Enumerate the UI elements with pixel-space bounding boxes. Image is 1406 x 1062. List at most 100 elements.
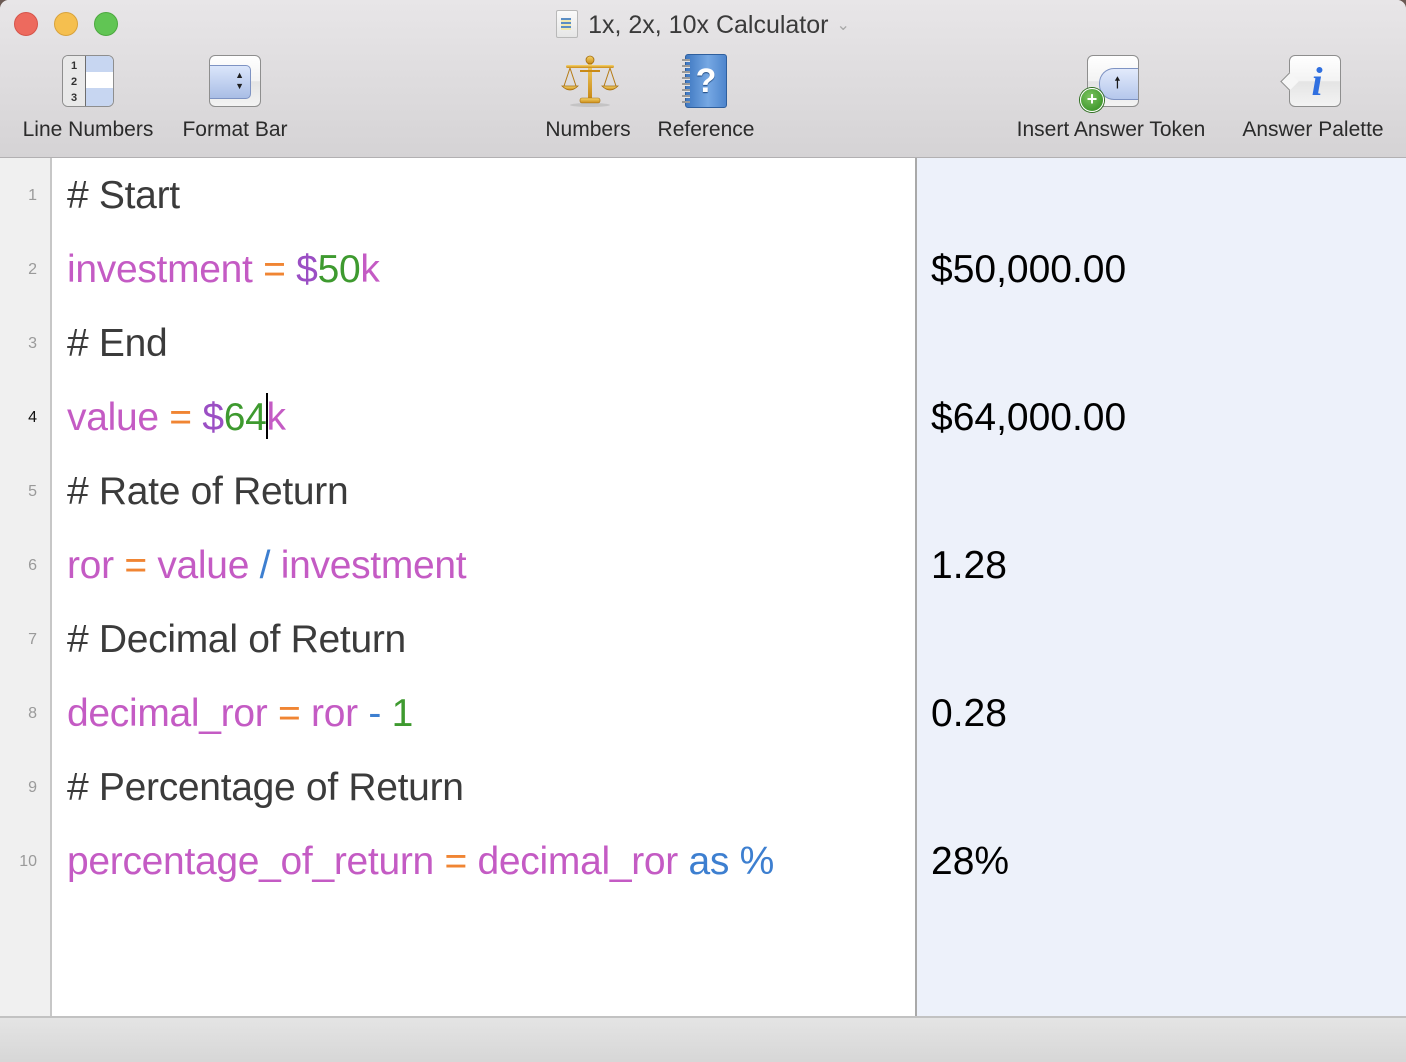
token-variable: investment [67, 248, 253, 291]
app-window: 1x, 2x, 10x Calculator ⌄ 123 Line Numbers… [0, 0, 1406, 1062]
token-number: 50 [317, 248, 361, 291]
format-bar-label: Format Bar [182, 118, 288, 141]
numbers-button[interactable]: Numbers [540, 54, 636, 142]
code-line[interactable]: # Rate of Return [67, 455, 349, 529]
code-line[interactable]: ror = value / investment [67, 529, 467, 603]
token-operator: = [169, 396, 192, 439]
line-number-gutter: 1 2 3 4 5 6 7 8 9 10 [0, 158, 52, 1016]
token-variable: percentage_of_return [67, 840, 434, 883]
scales-icon [561, 54, 619, 108]
token-currency: $ [296, 248, 318, 291]
answer-value[interactable]: 0.28 [931, 677, 1007, 751]
answer-value[interactable]: $64,000.00 [931, 381, 1126, 455]
text-editor[interactable]: # Start investment = $50k # End value = $64… [52, 158, 917, 1016]
answer-palette-button[interactable]: i Answer Palette [1234, 54, 1392, 142]
insert-answer-token-button[interactable]: 🠕 + Insert Answer Token [1004, 54, 1218, 142]
token-comment: # Decimal of Return [67, 618, 406, 661]
reference-button[interactable]: ? Reference [652, 54, 760, 142]
numbers-label: Numbers [545, 118, 631, 141]
code-line[interactable]: percentage_of_return = decimal_ror as % [67, 825, 774, 899]
help-book-icon: ? [679, 54, 733, 108]
add-icon: + [1080, 88, 1104, 112]
answer-palette-label: Answer Palette [1242, 118, 1384, 141]
token-comment: # Start [67, 174, 180, 217]
status-bar [0, 1016, 1406, 1062]
insert-answer-token-label: Insert Answer Token [1016, 118, 1206, 141]
token-currency: $ [202, 396, 224, 439]
answer-value[interactable]: 28% [931, 825, 1009, 899]
token-operator: = [263, 248, 286, 291]
code-line[interactable]: # Start [67, 159, 180, 233]
reference-label: Reference [657, 118, 755, 141]
code-line[interactable]: # Decimal of Return [67, 603, 406, 677]
token-variable: investment [280, 544, 467, 587]
title-toolbar: 1x, 2x, 10x Calculator ⌄ 123 Line Numbers… [0, 0, 1406, 158]
code-line[interactable]: decimal_ror = ror - 1 [67, 677, 413, 751]
document-icon [556, 10, 579, 38]
code-line[interactable]: value = $64k [67, 381, 286, 455]
line-number: 2 [28, 261, 37, 278]
token-keyword: / [259, 544, 271, 587]
line-number: 3 [28, 335, 37, 352]
line-number: 8 [28, 705, 37, 722]
code-line[interactable]: investment = $50k [67, 233, 380, 307]
code-line[interactable]: # End [67, 307, 168, 381]
window-title[interactable]: 1x, 2x, 10x Calculator ⌄ [0, 8, 1406, 42]
token-insert-icon: 🠕 + [1080, 54, 1140, 112]
token-variable: decimal_ror [67, 692, 268, 735]
token-variable: value [67, 396, 159, 439]
line-number: 5 [28, 483, 37, 500]
token-number: 64 [223, 396, 267, 439]
token-variable: k [360, 248, 380, 291]
token-variable: ror [67, 544, 114, 587]
token-comment: # Percentage of Return [67, 766, 464, 809]
token-variable: k [266, 396, 287, 439]
token-operator: = [278, 692, 301, 735]
token-comment: # Rate of Return [67, 470, 349, 513]
line-numbers-icon: 123 [61, 54, 115, 108]
line-number: 10 [19, 853, 37, 870]
window-title-text: 1x, 2x, 10x Calculator [588, 11, 829, 39]
answer-value[interactable]: $50,000.00 [931, 233, 1126, 307]
token-keyword: as [688, 840, 730, 883]
chevron-down-icon[interactable]: ⌄ [837, 9, 850, 43]
token-variable: value [157, 544, 250, 587]
token-keyword: % [739, 840, 775, 883]
popup-button-icon [208, 54, 262, 108]
line-number: 4 [28, 409, 37, 426]
line-number: 1 [28, 187, 37, 204]
token-operator: = [124, 544, 147, 587]
format-bar-button[interactable]: Format Bar [175, 54, 295, 142]
token-operator: = [444, 840, 468, 883]
line-numbers-label: Line Numbers [22, 118, 154, 141]
token-number: 1 [391, 692, 414, 735]
answer-pane: $50,000.00 $64,000.00 1.28 0.28 28% [917, 158, 1406, 1016]
line-number: 7 [28, 631, 37, 648]
token-variable: decimal_ror [477, 840, 679, 883]
editor: 1 2 3 4 5 6 7 8 9 10 # Start investment = $50k # En… [0, 158, 1406, 1016]
line-number: 9 [28, 779, 37, 796]
line-numbers-button[interactable]: 123 Line Numbers [16, 54, 160, 142]
info-icon: i [1280, 54, 1342, 108]
token-keyword: - [368, 692, 382, 735]
code-line[interactable]: # Percentage of Return [67, 751, 464, 825]
answer-value[interactable]: 1.28 [931, 529, 1007, 603]
line-number: 6 [28, 557, 37, 574]
token-variable: ror [311, 692, 358, 735]
